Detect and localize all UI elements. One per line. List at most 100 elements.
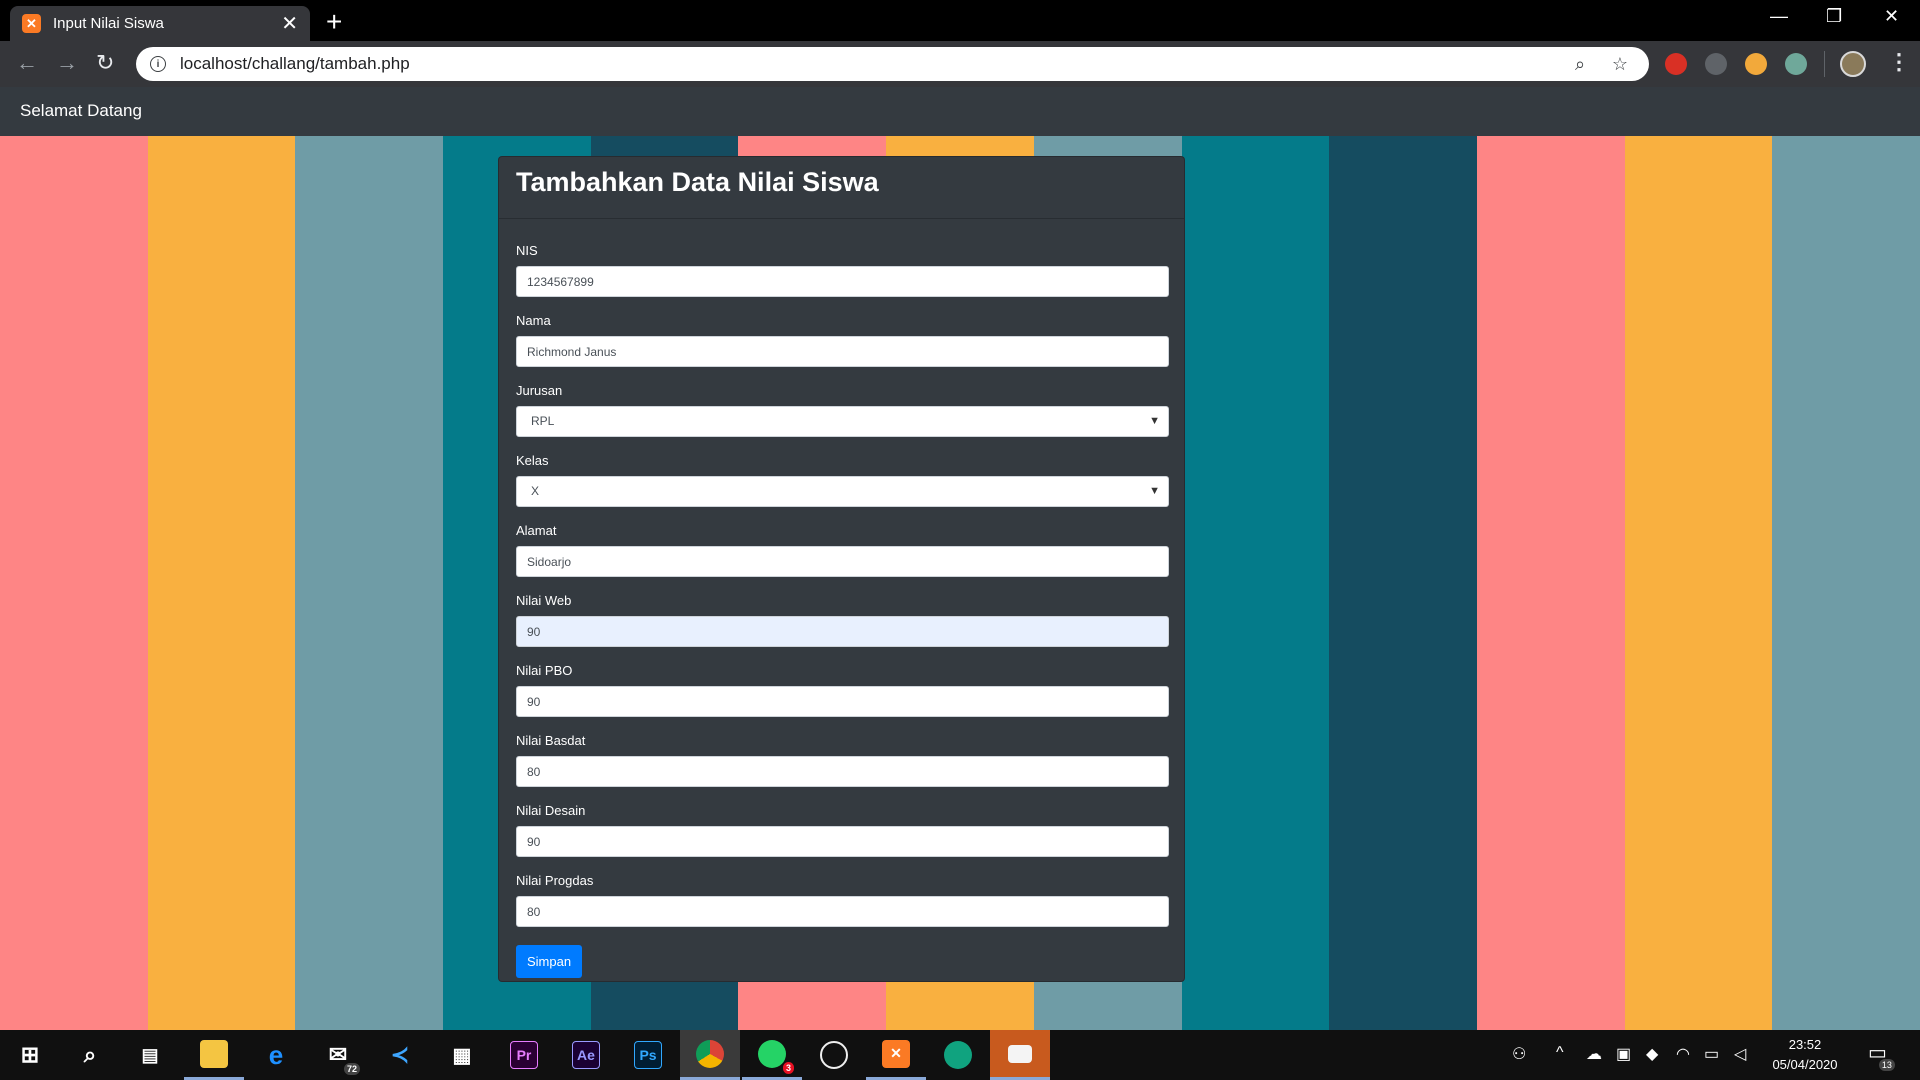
tab-close-icon[interactable]: ✕ [281,14,298,34]
browser-toolbar: ← → ↻ i localhost/challang/tambah.php ⌕ … [0,41,1920,87]
after-effects-icon: Ae [572,1041,600,1069]
field-nilai-pbo: Nilai PBO [516,661,1169,731]
mail-badge: 72 [343,1063,360,1075]
background-stripe [147,136,296,1030]
restore-button[interactable]: ❐ [1826,6,1842,27]
adblock-extension-icon[interactable] [1665,53,1687,75]
browser-tab-strip: ✕ Input Nilai Siswa ✕ + — ❐ ✕ [0,0,1920,41]
show-hidden-icons-icon[interactable]: ^ [1556,1044,1564,1062]
dropdown-arrow-icon: ▼ [1149,485,1160,497]
xampp-icon: ✕ [882,1039,910,1068]
dropbox-icon[interactable]: ◆ [1646,1044,1658,1064]
alamat-input[interactable] [516,546,1169,577]
recorder-icon [1008,1044,1032,1063]
tab-title: Input Nilai Siswa [53,15,164,32]
nilai-progdas-input[interactable] [516,896,1169,927]
extension-icon[interactable] [1705,53,1727,75]
nama-label: Nama [516,313,551,328]
toolbar-divider [1824,51,1825,77]
nilai-desain-input[interactable] [516,826,1169,857]
whatsapp-button[interactable]: 3 [742,1030,802,1080]
security-icon[interactable]: ▣ [1616,1044,1631,1064]
nilai-web-input[interactable] [516,616,1169,647]
new-tab-button[interactable]: + [326,8,342,36]
chrome-icon [696,1039,724,1068]
info-icon[interactable]: i [150,56,166,72]
xampp-favicon-icon: ✕ [22,14,41,33]
background-stripe [1329,136,1477,1030]
battery-icon[interactable]: ▭ [1704,1044,1719,1064]
background-stripe [1476,136,1625,1030]
after-effects-button[interactable]: Ae [556,1030,616,1080]
task-view-icon: ▤ [141,1044,159,1065]
clock-date: 05/04/2020 [1772,1057,1838,1072]
store-button[interactable]: ▦ [432,1030,492,1080]
system-clock[interactable]: 23:52 05/04/2020 [1760,1035,1850,1075]
onedrive-icon[interactable]: ☁ [1586,1044,1602,1064]
nilai-desain-label: Nilai Desain [516,803,586,818]
file-explorer-button[interactable] [184,1030,244,1080]
minimize-button[interactable]: — [1770,6,1788,27]
start-button[interactable]: ⊞ [0,1030,60,1080]
background-stripe [1181,136,1330,1030]
field-nis: NIS [516,241,1169,311]
navbar-brand[interactable]: Selamat Datang [20,101,142,121]
dropdown-arrow-icon: ▼ [1149,415,1160,427]
nilai-web-label: Nilai Web [516,593,572,608]
xbox-icon [820,1041,848,1069]
windows-logo-icon: ⊞ [20,1042,40,1067]
bookmark-star-icon[interactable]: ☆ [1609,53,1631,75]
action-center-icon[interactable]: ▭ 13 [1868,1040,1895,1071]
chrome-button[interactable] [680,1030,740,1080]
jurusan-select[interactable]: RPL ▼ [516,406,1169,437]
page-title: Tambahkan Data Nilai Siswa [516,167,879,197]
close-window-button[interactable]: ✕ [1884,6,1899,27]
notification-badge: 13 [1878,1059,1895,1071]
vscode-button[interactable]: ≺ [370,1030,430,1080]
clock-time: 23:52 [1788,1037,1822,1052]
background-stripe [0,136,148,1030]
nis-label: NIS [516,243,538,258]
whatsapp-badge: 3 [782,1061,794,1074]
nilai-basdat-label: Nilai Basdat [516,733,586,748]
premiere-button[interactable]: Pr [494,1030,554,1080]
chatgpt-button[interactable] [928,1030,988,1080]
background-stripe [295,136,444,1030]
alamat-label: Alamat [516,523,557,538]
people-icon[interactable]: ⚇ [1512,1044,1526,1064]
nilai-pbo-input[interactable] [516,686,1169,717]
page-navbar: Selamat Datang [0,87,1920,136]
nama-input[interactable] [516,336,1169,367]
forward-button[interactable]: → [56,51,78,75]
xampp-button[interactable]: ✕ [866,1030,926,1080]
task-view-button[interactable]: ▤ [120,1030,180,1080]
jurusan-selected-value: RPL [531,414,555,428]
photoshop-icon: Ps [634,1041,662,1069]
mail-button[interactable]: ✉ 72 [308,1030,368,1080]
nilai-basdat-input[interactable] [516,756,1169,787]
extension-icon[interactable] [1745,53,1767,75]
field-kelas: Kelas X ▼ [516,451,1169,521]
screen-recorder-button[interactable] [990,1030,1050,1080]
field-alamat: Alamat [516,521,1169,591]
browser-menu-icon[interactable]: ⋮ [1888,49,1910,75]
wifi-icon[interactable]: ◠ [1676,1044,1690,1064]
xbox-button[interactable] [804,1030,864,1080]
edge-button[interactable]: e [246,1030,306,1080]
kelas-label: Kelas [516,453,549,468]
back-button[interactable]: ← [16,51,38,75]
premiere-icon: Pr [510,1041,538,1069]
extension-icon[interactable] [1785,53,1807,75]
photoshop-button[interactable]: Ps [618,1030,678,1080]
kelas-select[interactable]: X ▼ [516,476,1169,507]
simpan-button[interactable]: Simpan [516,945,583,978]
search-button[interactable]: ⌕ [60,1030,120,1080]
url-text[interactable]: localhost/challang/tambah.php [180,54,1569,74]
zoom-icon[interactable]: ⌕ [1569,53,1591,75]
volume-icon[interactable]: ◁ [1734,1044,1746,1064]
nis-input[interactable] [516,266,1169,297]
reload-button[interactable]: ↻ [96,51,114,75]
address-bar[interactable]: i localhost/challang/tambah.php ⌕ ☆ [136,47,1649,81]
browser-tab[interactable]: ✕ Input Nilai Siswa ✕ [10,6,310,41]
profile-avatar[interactable] [1840,51,1866,77]
